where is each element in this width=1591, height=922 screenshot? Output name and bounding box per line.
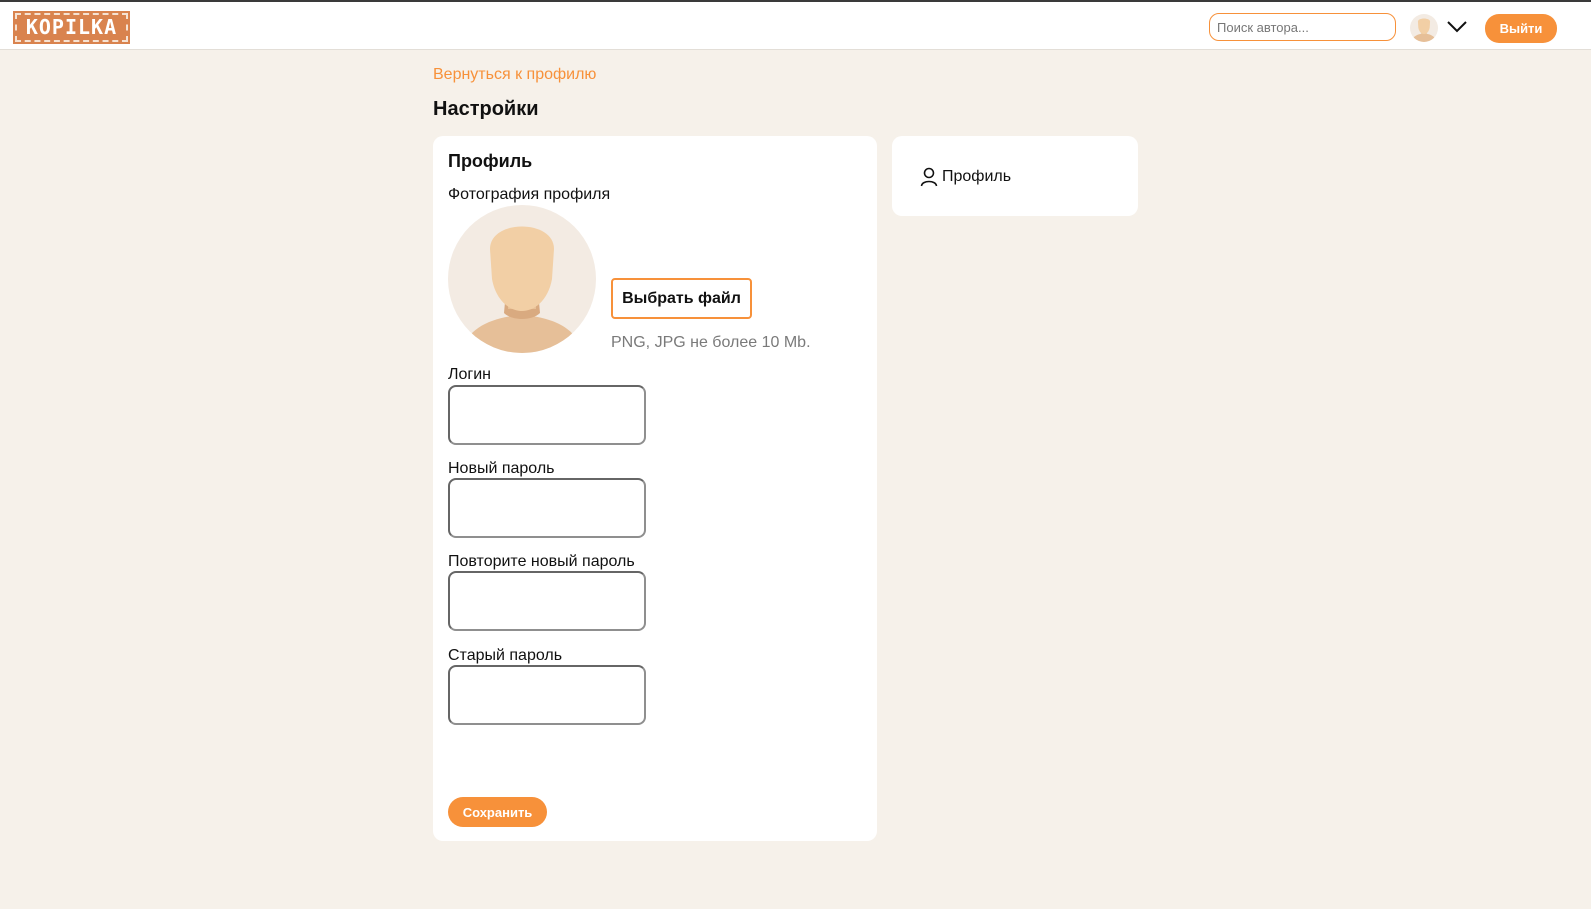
avatar-placeholder-icon: [462, 226, 582, 353]
repeat-password-label: Повторите новый пароль: [448, 553, 635, 570]
login-label: Логин: [448, 366, 492, 383]
photo-label: Фотография профиля: [448, 186, 611, 203]
page-title: Настройки: [433, 98, 539, 120]
profile-photo: [448, 205, 596, 353]
back-to-profile-link[interactable]: Вернуться к профилю: [433, 66, 596, 84]
logout-button[interactable]: Выйти: [1485, 14, 1557, 43]
repeat-password-field[interactable]: [448, 571, 646, 631]
side-menu-item-label: Профиль: [942, 168, 1012, 185]
save-button[interactable]: Сохранить: [448, 797, 547, 827]
avatar-placeholder-icon: [1411, 18, 1437, 42]
old-password-field[interactable]: [448, 665, 646, 725]
user-icon: [920, 167, 938, 187]
bottom-strip: [0, 909, 1591, 922]
new-password-label: Новый пароль: [448, 460, 555, 477]
old-password-label: Старый пароль: [448, 647, 563, 664]
login-field[interactable]: [448, 385, 646, 445]
section-title: Профиль: [448, 151, 533, 171]
top-header: KOPILKA Выйти: [0, 0, 1591, 50]
settings-side-menu: Профиль: [892, 136, 1138, 216]
new-password-field[interactable]: [448, 478, 646, 538]
header-avatar[interactable]: [1410, 14, 1438, 42]
choose-file-button[interactable]: Выбрать файл: [611, 278, 752, 319]
author-search-input[interactable]: [1209, 13, 1396, 41]
profile-settings-card: Профиль Фотография профиля Выбрать файл …: [433, 136, 877, 841]
file-format-hint: PNG, JPG не более 10 Mb.: [611, 334, 811, 351]
side-menu-item-profile[interactable]: Профиль: [920, 164, 1011, 190]
kopilka-logo[interactable]: KOPILKA: [13, 11, 130, 44]
chevron-down-icon[interactable]: [1447, 18, 1467, 34]
